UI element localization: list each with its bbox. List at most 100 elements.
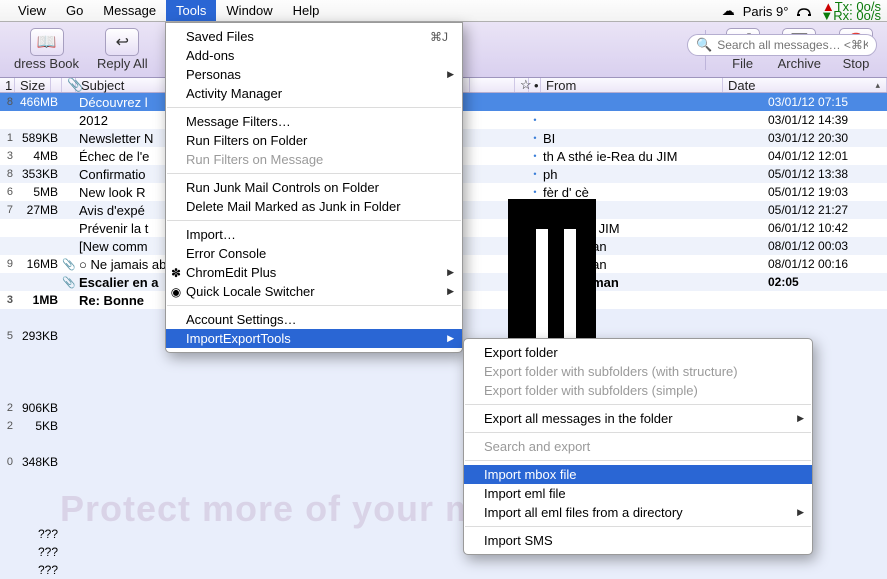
menu-item-import-eml-file[interactable]: Import eml file: [464, 484, 812, 503]
col-dot[interactable]: •: [529, 78, 541, 92]
menu-item-import-all-eml-files-from-a-directory[interactable]: Import all eml files from a directory: [464, 503, 812, 522]
row-size: ???: [15, 527, 62, 541]
search-box[interactable]: 🔍: [687, 34, 877, 56]
col-index[interactable]: 1: [0, 78, 15, 92]
menu-item-label: Import mbox file: [484, 467, 576, 482]
menu-item-import-mbox-file[interactable]: Import mbox file: [464, 465, 812, 484]
menu-item-import[interactable]: Import…: [166, 225, 462, 244]
menu-item-chromedit-plus[interactable]: ✽ChromEdit Plus: [166, 263, 462, 282]
menu-item-importexporttools[interactable]: ImportExportTools: [166, 329, 462, 348]
menu-item-label: Run Filters on Message: [186, 152, 323, 167]
row-size: 589KB: [15, 131, 62, 145]
menu-window[interactable]: Window: [216, 0, 282, 21]
status-area: ☁ Paris 9° ▲Tx: 0o/s ▼Rx: 0o/s: [722, 0, 881, 22]
row-index: 2: [0, 420, 15, 432]
menu-item-label: Saved Files: [186, 29, 254, 44]
menu-item-label: Search and export: [484, 439, 590, 454]
row-size: 5KB: [15, 419, 62, 433]
toolbar-label: Reply All: [97, 56, 148, 71]
toolbar-label: Archive: [778, 56, 821, 71]
menu-item-label: ChromEdit Plus: [186, 265, 276, 280]
toolbar-label: File: [732, 56, 753, 71]
row-date: 03/01/12 20:30: [765, 131, 887, 145]
menu-item-label: Import all eml files from a directory: [484, 505, 683, 520]
col-from[interactable]: From: [541, 78, 723, 92]
menu-go[interactable]: Go: [56, 0, 93, 21]
row-dot: •: [529, 151, 541, 161]
row-date: 05/01/12 21:27: [765, 203, 887, 217]
row-from: th A sthé ie-Rea du JIM: [541, 149, 765, 164]
row-index: 2: [0, 402, 15, 414]
row-from: ph: [541, 167, 765, 182]
menu-item-delete-mail-marked-as-junk-in-folder[interactable]: Delete Mail Marked as Junk in Folder: [166, 197, 462, 216]
menu-shortcut: ⌘J: [430, 30, 448, 44]
row-size: 353KB: [15, 167, 62, 181]
menu-separator: [465, 460, 811, 461]
phone-icon: [796, 3, 812, 19]
row-size: ???: [15, 563, 62, 577]
menu-item-add-ons[interactable]: Add-ons: [166, 46, 462, 65]
row-size: 16MB: [15, 257, 62, 271]
menu-item-label: Import…: [186, 227, 236, 242]
row-dot: •: [529, 187, 541, 197]
menu-item-run-filters-on-message: Run Filters on Message: [166, 150, 462, 169]
toolbar-reply-all-button[interactable]: ↩︎Reply All: [97, 28, 148, 71]
row-dot: •: [529, 133, 541, 143]
menu-item-export-all-messages-in-the-folder[interactable]: Export all messages in the folder: [464, 409, 812, 428]
menu-item-account-settings[interactable]: Account Settings…: [166, 310, 462, 329]
message-row: ???: [0, 561, 887, 579]
row-date: 05/01/12 19:03: [765, 185, 887, 199]
row-date: 05/01/12 13:38: [765, 167, 887, 181]
menu-separator: [465, 404, 811, 405]
menu-item-message-filters[interactable]: Message Filters…: [166, 112, 462, 131]
col-flag[interactable]: [51, 78, 62, 92]
row-date: 04/01/12 12:01: [765, 149, 887, 163]
menu-separator: [167, 220, 461, 221]
toolbar-dress-book-button[interactable]: 📖dress Book: [14, 28, 79, 71]
row-index: 3: [0, 150, 15, 162]
menu-item-run-junk-mail-controls-on-folder[interactable]: Run Junk Mail Controls on Folder: [166, 178, 462, 197]
menu-help[interactable]: Help: [283, 0, 330, 21]
menu-item-import-sms[interactable]: Import SMS: [464, 531, 812, 550]
menu-item-label: Export folder with subfolders (simple): [484, 383, 698, 398]
row-index: 5: [0, 330, 15, 342]
menu-separator: [167, 107, 461, 108]
row-index: 8: [0, 168, 15, 180]
row-from: fèr d' cè: [541, 185, 765, 200]
menu-item-label: Add-ons: [186, 48, 234, 63]
search-input[interactable]: [717, 38, 868, 52]
col-size[interactable]: Size: [15, 78, 51, 92]
menu-item-export-folder[interactable]: Export folder: [464, 343, 812, 362]
col-date[interactable]: Date: [723, 78, 887, 92]
row-date: 06/01/12 10:42: [765, 221, 887, 235]
menu-item-label: Quick Locale Switcher: [186, 284, 315, 299]
menu-item-label: Import SMS: [484, 533, 553, 548]
menu-item-label: Personas: [186, 67, 241, 82]
menu-item-label: Delete Mail Marked as Junk in Folder: [186, 199, 401, 214]
row-size: 906KB: [15, 401, 62, 415]
menu-item-label: Message Filters…: [186, 114, 291, 129]
menu-message[interactable]: Message: [93, 0, 166, 21]
menu-item-label: Error Console: [186, 246, 266, 261]
toolbar-label: dress Book: [14, 56, 79, 71]
menu-item-label: ImportExportTools: [186, 331, 291, 346]
col-attachment[interactable]: 📎: [62, 78, 76, 92]
weather-icon: ☁: [722, 3, 735, 19]
menu-item-error-console[interactable]: Error Console: [166, 244, 462, 263]
menu-item-quick-locale-switcher[interactable]: ◉Quick Locale Switcher: [166, 282, 462, 301]
menu-item-run-filters-on-folder[interactable]: Run Filters on Folder: [166, 131, 462, 150]
menu-view[interactable]: View: [8, 0, 56, 21]
menu-item-saved-files[interactable]: Saved Files ⌘J: [166, 27, 462, 46]
row-size: 5MB: [15, 185, 62, 199]
menu-item-activity-manager[interactable]: Activity Manager: [166, 84, 462, 103]
row-index: 6: [0, 186, 15, 198]
menu-item-label: Run Junk Mail Controls on Folder: [186, 180, 379, 195]
row-index: 0: [0, 456, 15, 468]
menu-bar: ViewGoMessageToolsWindowHelp ☁ Paris 9° …: [0, 0, 887, 22]
row-size: 293KB: [15, 329, 62, 343]
col-star[interactable]: ☆: [515, 78, 529, 92]
menu-tools[interactable]: Tools: [166, 0, 216, 21]
menu-item-icon: ✽: [169, 266, 183, 280]
menu-item-personas[interactable]: Personas: [166, 65, 462, 84]
row-date: 03/01/12 14:39: [765, 113, 887, 127]
